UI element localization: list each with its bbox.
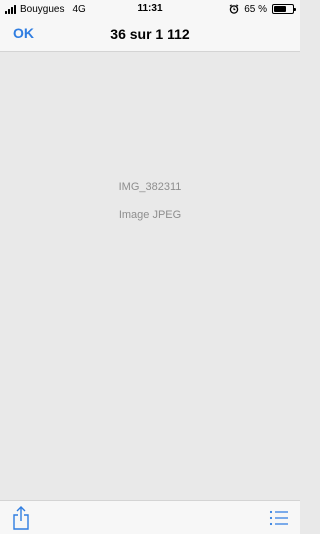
alarm-clock-icon: [229, 4, 239, 14]
status-bar: Bouygues 4G 11:31 65 %: [0, 0, 300, 18]
list-button[interactable]: [268, 507, 290, 529]
battery-percent: 65 %: [244, 3, 267, 15]
status-right: 65 %: [229, 3, 296, 15]
file-name: IMG_382311: [118, 181, 182, 193]
navigation-bar: OK 36 sur 1 112: [0, 18, 300, 52]
page-title: 36 sur 1 112: [110, 26, 190, 42]
screen: Bouygues 4G 11:31 65 % OK 36 sur 1 112 I…: [0, 0, 300, 534]
bottom-toolbar: [0, 500, 300, 534]
share-icon: [13, 506, 29, 530]
share-button[interactable]: [10, 505, 32, 531]
battery-icon: [272, 4, 296, 14]
battery-fill: [274, 6, 286, 12]
file-preview-area[interactable]: IMG_382311 Image JPEG: [0, 52, 300, 500]
list-icon: [269, 510, 288, 526]
file-type: Image JPEG: [118, 209, 182, 221]
